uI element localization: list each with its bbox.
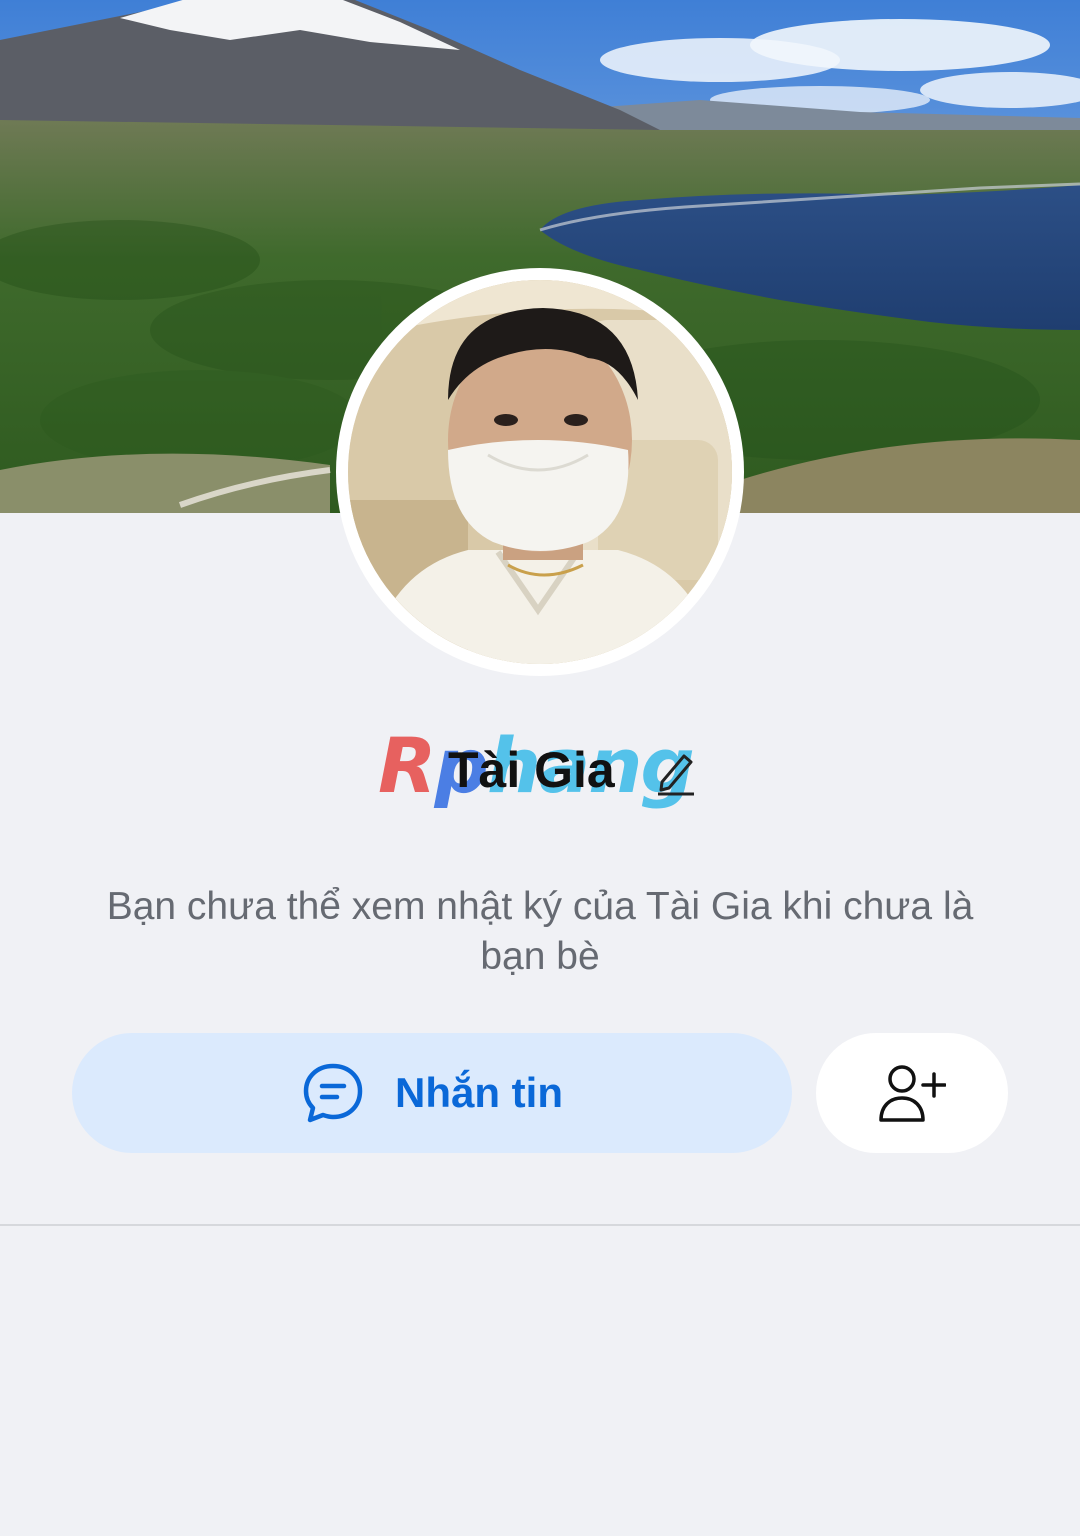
message-button[interactable]: Nhắn tin (72, 1033, 792, 1153)
pencil-icon[interactable] (654, 748, 698, 796)
profile-name: Tài Gia (448, 742, 615, 798)
avatar[interactable] (336, 268, 744, 676)
avatar-photo (348, 280, 732, 664)
chat-bubble-icon (303, 1063, 363, 1123)
section-divider (0, 1224, 1080, 1226)
profile-page: Rphang Tài Gia Bạn chưa thể xem nhật ký … (0, 0, 1080, 1536)
friend-restriction-notice: Bạn chưa thể xem nhật ký của Tài Gia khi… (106, 885, 974, 978)
add-user-icon (879, 1065, 946, 1122)
message-button-label: Nhắn tin (395, 1069, 563, 1116)
add-friend-button[interactable] (816, 1033, 1008, 1153)
